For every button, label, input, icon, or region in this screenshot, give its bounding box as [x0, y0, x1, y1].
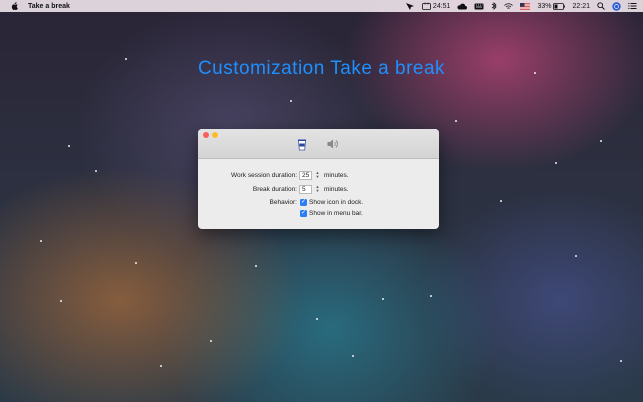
- break-duration-label: Break duration:: [252, 185, 297, 193]
- work-duration-row: Work session duration: 25 ▲ ▼ minutes.: [198, 170, 439, 180]
- cursor-tool-icon[interactable]: [405, 2, 415, 10]
- battery-percent: 33%: [537, 2, 552, 10]
- status-menu-items: 24:51 33% 22:21: [405, 0, 637, 12]
- menu-bar: Take a break 24:51 33% 22:21: [0, 0, 643, 12]
- general-preferences-pane: Work session duration: 25 ▲ ▼ minutes. Br…: [198, 159, 439, 229]
- break-timer-text: 24:51: [432, 2, 451, 10]
- battery-status[interactable]: 33%: [537, 2, 566, 10]
- cloud-icon[interactable]: [457, 3, 468, 10]
- page-headline: Customization Take a break: [0, 58, 643, 80]
- menubar-option-row: ✓ Show in menu bar.: [198, 208, 439, 218]
- break-timer-status[interactable]: 24:51: [422, 2, 451, 10]
- show-in-menu-bar-checkbox[interactable]: ✓: [300, 209, 307, 217]
- show-in-dock-checkbox[interactable]: ✓: [300, 198, 307, 206]
- spotlight-search-icon[interactable]: [597, 2, 605, 10]
- work-duration-field[interactable]: 25: [299, 170, 312, 180]
- preferences-window: Work session duration: 25 ▲ ▼ minutes. Br…: [198, 129, 439, 229]
- wifi-icon[interactable]: [504, 2, 514, 10]
- coffee-cup-icon: [422, 2, 431, 10]
- window-toolbar: [198, 129, 439, 159]
- general-tab-coffee-cup-icon[interactable]: [295, 137, 309, 151]
- apple-menu-icon[interactable]: [11, 1, 19, 11]
- work-duration-unit: minutes.: [324, 171, 349, 179]
- break-duration-stepper[interactable]: ▲ ▼: [315, 185, 320, 194]
- close-button[interactable]: [203, 132, 209, 138]
- break-duration-row: Break duration: 5 ▲ ▼ minutes.: [198, 184, 439, 194]
- notification-center-icon[interactable]: [628, 2, 637, 10]
- headline-app-name: Take a break: [330, 58, 446, 79]
- keyboard-icon[interactable]: [474, 3, 484, 10]
- sound-tab-speaker-icon[interactable]: [326, 137, 340, 151]
- app-menu-title[interactable]: Take a break: [28, 3, 70, 10]
- us-flag-icon[interactable]: [520, 2, 531, 10]
- bluetooth-icon[interactable]: [491, 2, 498, 10]
- minimize-button[interactable]: [212, 132, 218, 138]
- show-in-menu-bar-label[interactable]: Show in menu bar.: [309, 210, 363, 217]
- headline-customization: Customization: [197, 58, 325, 79]
- clock[interactable]: 22:21: [572, 3, 590, 10]
- show-in-dock-label[interactable]: Show icon in dock.: [309, 199, 363, 206]
- break-duration-unit: minutes.: [324, 185, 349, 193]
- user-avatar-icon[interactable]: [612, 1, 621, 11]
- work-duration-stepper[interactable]: ▲ ▼: [315, 171, 320, 180]
- work-duration-label: Work session duration:: [231, 171, 297, 179]
- behavior-row: Behavior: ✓ Show icon in dock.: [198, 197, 439, 207]
- battery-icon: [553, 2, 566, 10]
- break-duration-field[interactable]: 5: [299, 184, 312, 194]
- behavior-label: Behavior:: [269, 198, 297, 206]
